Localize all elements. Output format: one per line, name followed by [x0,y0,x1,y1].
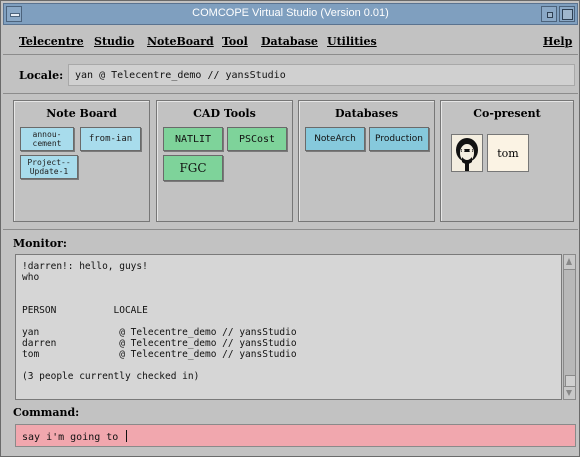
monitor-line: (3 people currently checked in) [22,371,200,382]
databases-panel: Databases NoteArch Production [298,100,435,222]
monitor-line: tom @ Telecentre_demo // yansStudio [22,349,297,360]
text-cursor-icon [126,430,128,442]
command-label: Command: [13,406,80,419]
cad-pscost-button[interactable]: PSCost [227,127,287,151]
noteboard-title: Note Board [46,107,117,120]
cad-natlit-button[interactable]: NATLIT [163,127,223,151]
minimize-icon[interactable] [541,6,557,22]
title-bar[interactable]: COMCOPE Virtual Studio (Version 0.01) [3,3,578,25]
menu-studio[interactable]: Studio [94,35,134,48]
copresent-user-tom[interactable]: tom [487,134,529,172]
menu-bar: Telecentre Studio NoteBoard Tool Databas… [3,26,578,55]
window-title: COMCOPE Virtual Studio (Version 0.01) [192,7,389,19]
menu-database[interactable]: Database [261,35,318,48]
monitor-line: PERSON LOCALE [22,305,148,316]
monitor-line: yan @ Telecentre_demo // yansStudio [22,327,297,338]
menu-utilities[interactable]: Utilities [327,35,377,48]
db-notearch-button[interactable]: NoteArch [305,127,365,151]
note-annoucement-button[interactable]: annou- cement [20,127,74,151]
menu-tool[interactable]: Tool [222,35,248,48]
locale-field[interactable]: yan @ Telecentre_demo // yansStudio [68,64,575,86]
cad-fgc-button[interactable]: FGC [163,155,223,181]
copresent-title: Co-present [473,107,541,120]
note-project-update-button[interactable]: Project-- Update-1 [20,155,78,179]
avatar[interactable] [451,134,483,172]
tool-panels: Note Board annou- cement from-ian Projec… [3,95,578,230]
monitor-line [22,294,555,305]
person-face-icon [456,138,478,171]
command-text: say i'm going to [22,432,125,443]
locale-label: Locale: [19,69,64,82]
menu-noteboard[interactable]: NoteBoard [147,35,214,48]
monitor-line [22,360,555,371]
monitor-output[interactable]: !darren!: hello, guys! who PERSON LOCALE… [15,254,562,400]
menu-telecentre[interactable]: Telecentre [19,35,84,48]
menu-help[interactable]: Help [543,35,572,48]
noteboard-panel: Note Board annou- cement from-ian Projec… [13,100,150,222]
cad-tools-title: CAD Tools [193,107,256,120]
scroll-down-icon[interactable] [564,386,575,399]
monitor-scrollbar[interactable] [563,254,576,400]
maximize-icon[interactable] [559,6,575,22]
monitor-line: darren @ Telecentre_demo // yansStudio [22,338,297,349]
scroll-up-icon[interactable] [564,255,575,270]
monitor-line: who [22,272,40,283]
db-production-button[interactable]: Production [369,127,429,151]
locale-row: Locale: yan @ Telecentre_demo // yansStu… [3,56,578,94]
note-from-ian-button[interactable]: from-ian [80,127,141,151]
monitor-line [22,283,555,294]
monitor-line [22,316,555,327]
monitor-line: !darren!: hello, guys! [22,261,148,272]
command-input[interactable]: say i'm going to [15,424,576,447]
application-window: COMCOPE Virtual Studio (Version 0.01) Te… [0,0,580,457]
cad-tools-panel: CAD Tools NATLIT PSCost FGC [156,100,293,222]
monitor-label: Monitor: [13,237,67,250]
copresent-panel: Co-present tom [440,100,574,222]
databases-title: Databases [334,107,399,120]
